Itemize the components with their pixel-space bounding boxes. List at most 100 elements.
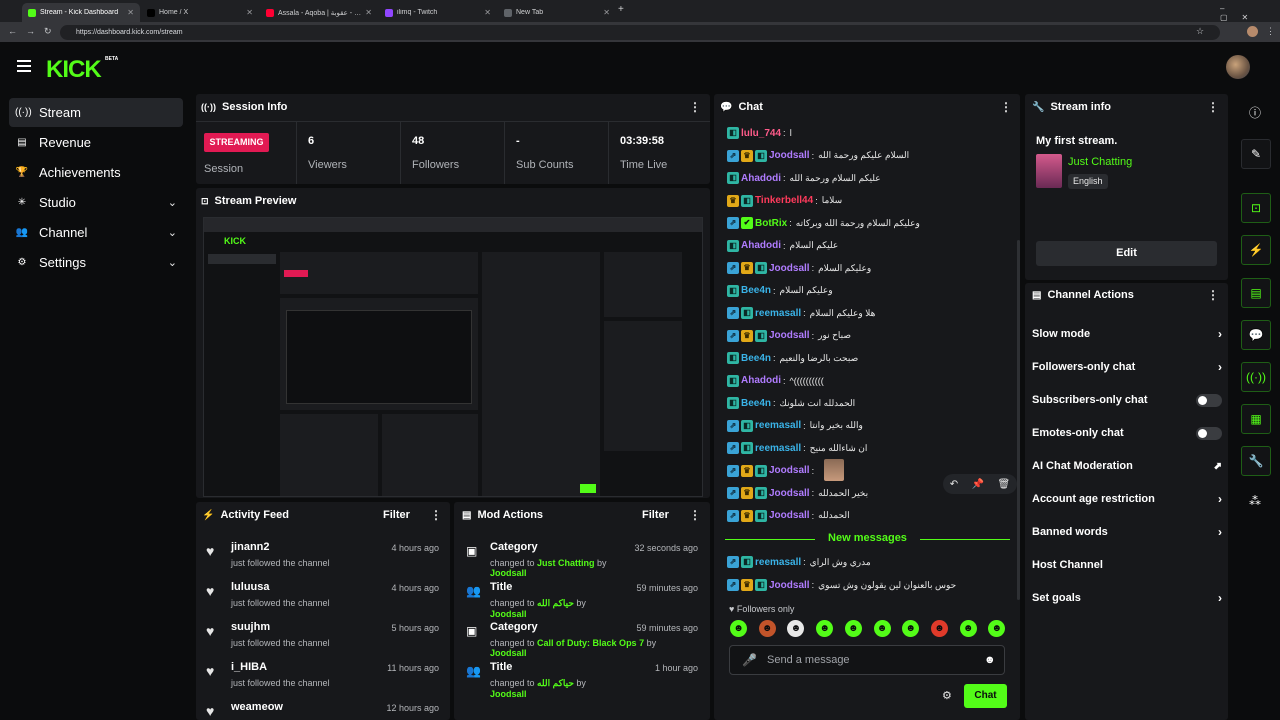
chat-username[interactable]: Bee4n — [741, 398, 771, 409]
chat-message[interactable]: ⇗ ♛ ◧ Joodsall: حوس بالعنوان لين يقولون وش ت… — [727, 575, 1017, 595]
chat-username[interactable]: Bee4n — [741, 353, 771, 364]
rail-document-icon[interactable]: ▤ — [1241, 278, 1271, 308]
follower-name[interactable]: suujhm — [231, 621, 270, 633]
chat-username[interactable]: reemasall — [755, 308, 801, 319]
channel-action-row[interactable]: Banned words › — [1032, 524, 1222, 540]
chat-input-box[interactable]: 🎤 Send a message ☻ — [729, 645, 1005, 675]
emote-icon[interactable]: ☻ — [930, 620, 948, 637]
detail-user[interactable]: Joodsall — [490, 568, 527, 578]
channel-action-row[interactable]: AI Chat Moderation ⬈ — [1032, 458, 1222, 474]
session-menu-icon[interactable]: ⋮ — [689, 100, 701, 114]
forward-icon[interactable]: → — [26, 26, 35, 36]
chat-username[interactable]: reemasall — [755, 443, 801, 454]
delete-icon[interactable]: 🗑 — [998, 479, 1011, 490]
back-icon[interactable]: ← — [8, 26, 17, 36]
emoji-icon[interactable]: ☻ — [984, 654, 996, 666]
follower-name[interactable]: luluusa — [231, 581, 270, 593]
close-tab-icon[interactable]: ✕ — [246, 8, 253, 17]
sidebar-item-stream[interactable]: ((·)) Stream — [9, 98, 183, 127]
chevron-down-icon[interactable]: ⌄ — [168, 226, 177, 239]
browser-tab[interactable]: Home / X ✕ — [141, 3, 259, 22]
chat-message[interactable]: ◧ Bee4n: وعليكم السلام — [727, 281, 1017, 301]
follower-name[interactable]: i_HIBA — [231, 661, 267, 673]
close-tab-icon[interactable]: ✕ — [603, 8, 610, 17]
channel-actions-menu-icon[interactable]: ⋮ — [1207, 288, 1219, 302]
url-field[interactable]: https://dashboard.kick.com/stream — [60, 25, 1220, 40]
chat-message[interactable]: ⇗ ♛ ◧ Joodsall: وعليكم السلام — [727, 258, 1017, 278]
detail-value[interactable]: Just Chatting — [537, 558, 595, 568]
emote-icon[interactable]: ☻ — [844, 620, 862, 637]
channel-action-row[interactable]: Subscribers-only chat — [1032, 392, 1222, 408]
chat-username[interactable]: reemasall — [755, 420, 801, 431]
mod-filter-button[interactable]: Filter — [642, 509, 669, 521]
window-controls[interactable]: –▢✕ — [1220, 4, 1280, 22]
stream-category[interactable]: Just Chatting — [1068, 156, 1132, 168]
chevron-right-icon[interactable]: › — [1218, 327, 1222, 341]
info-icon[interactable]: ⓘ — [1249, 104, 1261, 121]
chat-message[interactable]: ⇗ ♛ ◧ Joodsall: صباح نور — [727, 326, 1017, 346]
browser-tab[interactable]: Stream - Kick Dashboard ✕ — [22, 3, 140, 22]
profile-avatar[interactable] — [1247, 26, 1258, 37]
chat-username[interactable]: Joodsall — [769, 263, 810, 274]
chat-message[interactable]: ◧ Bee4n: صبحت بالرضا والنعيم — [727, 348, 1017, 368]
new-tab-button[interactable]: + — [618, 4, 624, 15]
toggle-switch[interactable] — [1196, 393, 1222, 407]
rail-broadcast-icon[interactable]: ((·)) — [1241, 362, 1271, 392]
browser-tab[interactable]: Assala - Aqoba | اصالة - عقوبة✕ — [260, 3, 378, 22]
chat-scrollbar[interactable] — [1017, 240, 1020, 600]
chat-message[interactable]: ◧ Ahadodi: عليكم السلام — [727, 236, 1017, 256]
chat-username[interactable]: Joodsall — [769, 330, 810, 341]
menu-icon[interactable]: ⋮ — [1266, 26, 1275, 37]
chevron-right-icon[interactable]: › — [1218, 360, 1222, 374]
chat-username[interactable]: Joodsall — [769, 150, 810, 161]
chat-message[interactable]: ⇗ ◧ reemasall: مدري وش الراي — [727, 552, 1017, 572]
emote-icon[interactable]: ☻ — [816, 620, 834, 637]
rail-bolt-icon[interactable]: ⚡ — [1241, 235, 1271, 265]
reload-icon[interactable]: ↻ — [44, 26, 52, 37]
chat-username[interactable]: BotRix — [755, 218, 787, 229]
emote-icon[interactable]: ☻ — [730, 620, 747, 637]
microphone-icon[interactable]: 🎤 — [742, 653, 757, 667]
pin-icon[interactable]: 📌 — [972, 479, 984, 490]
detail-value[interactable]: حياكم الله — [537, 678, 574, 688]
chat-username[interactable]: Ahadodi — [741, 375, 781, 386]
chat-username[interactable]: Bee4n — [741, 285, 771, 296]
chat-message[interactable]: ⇗ ◧ reemasall: هلا وعليكم السلام — [727, 303, 1017, 323]
chat-message[interactable]: ♛ ◧ Tinkerbell44: سلاما — [727, 191, 1017, 211]
chat-message[interactable]: ⇗ ◧ reemasall: والله بخير وانتا — [727, 416, 1017, 436]
chat-username[interactable]: Joodsall — [769, 510, 810, 521]
kick-logo[interactable]: KICK — [46, 56, 102, 84]
channel-action-row[interactable]: Slow mode › — [1032, 326, 1222, 342]
channel-action-row[interactable]: Followers-only chat › — [1032, 359, 1222, 375]
chevron-right-icon[interactable]: › — [1218, 591, 1222, 605]
toggle-switch[interactable] — [1196, 426, 1222, 440]
stream-info-menu-icon[interactable]: ⋮ — [1207, 100, 1219, 114]
detail-user[interactable]: Joodsall — [490, 609, 527, 619]
emote-icon[interactable]: ☻ — [959, 620, 977, 637]
chat-message[interactable]: ◧ Ahadodi: ^(((((((((( — [727, 371, 1017, 391]
chat-message[interactable]: ⇗ ♛ ◧ Joodsall: الحمدلله — [727, 506, 1017, 526]
browser-tab[interactable]: ilimq - Twitch ✕ — [379, 3, 497, 22]
chat-message[interactable]: ⇗ ◧ reemasall: ان شاءالله منيح — [727, 438, 1017, 458]
new-messages-divider[interactable]: New messages — [725, 532, 1010, 546]
send-chat-button[interactable]: Chat — [964, 684, 1007, 708]
chat-message[interactable]: ◧ Ahadodi: عليكم السلام ورحمة الله — [727, 168, 1017, 188]
chat-username[interactable]: Joodsall — [769, 465, 810, 476]
chat-message[interactable]: ⇗ ✔ BotRix: وعليكم السلام ورحمة الله وبركات… — [727, 213, 1017, 233]
close-tab-icon[interactable]: ✕ — [484, 8, 491, 17]
channel-action-row[interactable]: Account age restriction › — [1032, 491, 1222, 507]
sidebar-item-achievements[interactable]: 🏆 Achievements — [9, 158, 183, 187]
user-avatar[interactable] — [1226, 55, 1250, 79]
rail-chat-icon[interactable]: 💬 — [1241, 320, 1271, 350]
external-link-icon[interactable]: ⬈ — [1214, 461, 1222, 472]
chat-message[interactable]: ⇗ ♛ ◧ Joodsall: السلام عليكم ورحمة الله — [727, 146, 1017, 166]
chevron-right-icon[interactable]: › — [1218, 492, 1222, 506]
rail-layout-icon[interactable]: ▦ — [1241, 404, 1271, 434]
hamburger-icon[interactable] — [17, 60, 31, 72]
detail-user[interactable]: Joodsall — [490, 648, 527, 658]
chat-username[interactable]: Ahadodi — [741, 173, 781, 184]
browser-tab[interactable]: New Tab ✕ — [498, 3, 616, 22]
chevron-down-icon[interactable]: ⌄ — [168, 196, 177, 209]
reply-icon[interactable]: ↶ — [950, 479, 958, 490]
mod-menu-icon[interactable]: ⋮ — [689, 508, 701, 522]
